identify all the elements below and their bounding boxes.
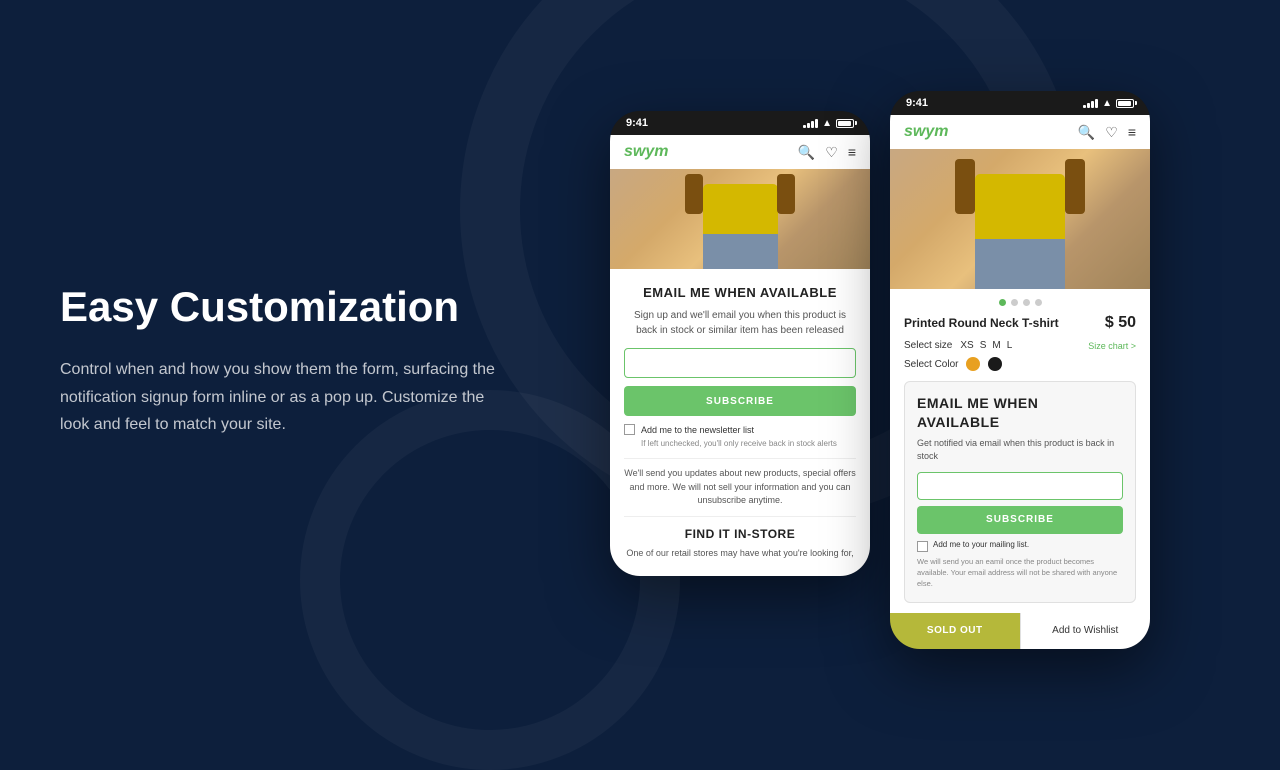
form-panel: EMAIL ME WHEN AVAILABLE Sign up and we'l… (610, 269, 870, 576)
widget-email-input[interactable] (917, 472, 1123, 500)
app-header-right: swym 🔍 ♡ ≡ (890, 115, 1150, 149)
size-row: Select size XS S M L Size chart > (904, 340, 1136, 351)
heart-icon-left[interactable]: ♡ (825, 144, 838, 161)
product-name: Printed Round Neck T-shirt (904, 316, 1059, 330)
form-description: Sign up and we'll email you when this pr… (624, 308, 856, 338)
size-label: Select size (904, 340, 952, 351)
add-to-wishlist-button[interactable]: Add to Wishlist (1020, 613, 1151, 649)
inline-widget: EMAIL ME WHEN AVAILABLE Get notified via… (904, 381, 1136, 602)
product-image-left (610, 169, 870, 269)
color-swatch-black[interactable] (988, 357, 1002, 371)
page-container: Easy Customization Control when and how … (0, 0, 1280, 720)
form-title: EMAIL ME WHEN AVAILABLE (624, 285, 856, 300)
indicator-3 (1023, 299, 1030, 306)
signal-bar-1 (803, 125, 806, 128)
main-title: Easy Customization (60, 282, 500, 332)
newsletter-hint: If left unchecked, you'll only receive b… (624, 439, 856, 448)
widget-mailing-checkbox[interactable] (917, 541, 928, 552)
status-bar-left: 9:41 ▲ (610, 111, 870, 135)
signal-bar-2 (807, 123, 810, 128)
widget-description: Get notified via email when this product… (917, 437, 1123, 464)
phone-right: 9:41 ▲ swym 🔍 ♡ ≡ (890, 91, 1150, 648)
size-options: XS S M L (960, 340, 1012, 351)
wifi-icon-right: ▲ (1102, 98, 1112, 109)
main-description: Control when and how you show them the f… (60, 356, 500, 438)
color-label: Select Color (904, 359, 958, 370)
signal-bar-3 (811, 121, 814, 128)
wifi-icon-left: ▲ (822, 118, 832, 129)
battery-icon-right (1116, 99, 1134, 108)
app-logo-right: swym (904, 123, 948, 141)
app-header-left: swym 🔍 ♡ ≡ (610, 135, 870, 169)
indicator-4 (1035, 299, 1042, 306)
signal-bar-r3 (1091, 101, 1094, 108)
signal-bar-r2 (1087, 103, 1090, 108)
size-xs[interactable]: XS (960, 340, 973, 351)
color-swatch-orange[interactable] (966, 357, 980, 371)
status-bar-right: 9:41 ▲ (890, 91, 1150, 115)
time-right: 9:41 (906, 97, 928, 109)
menu-icon-left[interactable]: ≡ (848, 144, 856, 160)
signal-bar-r4 (1095, 99, 1098, 108)
newsletter-label: Add me to the newsletter list (641, 425, 754, 435)
color-row: Select Color (904, 357, 1136, 371)
product-info: Printed Round Neck T-shirt $ 50 Select s… (890, 289, 1150, 612)
signal-bars-right (1083, 99, 1098, 108)
size-l[interactable]: L (1007, 340, 1013, 351)
product-indicators (904, 299, 1136, 306)
promo-text: We'll send you updates about new product… (624, 458, 856, 517)
signal-bars-left (803, 119, 818, 128)
sold-out-button[interactable]: SOLD OUT (890, 613, 1020, 649)
signal-bar-4 (815, 119, 818, 128)
time-left: 9:41 (626, 117, 648, 129)
status-icons-left: ▲ (803, 118, 854, 129)
action-bar: SOLD OUT Add to Wishlist (890, 613, 1150, 649)
find-store-title: FIND IT IN-STORE (624, 527, 856, 541)
size-s[interactable]: S (980, 340, 987, 351)
widget-title: EMAIL ME WHEN AVAILABLE (917, 394, 1123, 430)
search-icon-left[interactable]: 🔍 (798, 144, 815, 161)
subscribe-button-left[interactable]: SUBSCRIBE (624, 386, 856, 416)
widget-privacy: We will send you an eamil once the produ… (917, 556, 1123, 590)
signal-bar-r1 (1083, 105, 1086, 108)
product-image-right (890, 149, 1150, 289)
product-price: $ 50 (1105, 314, 1136, 332)
newsletter-checkbox[interactable] (624, 424, 635, 435)
status-icons-right: ▲ (1083, 98, 1134, 109)
widget-subscribe-button[interactable]: SUBSCRIBE (917, 506, 1123, 534)
app-logo-left: swym (624, 143, 668, 161)
product-name-row: Printed Round Neck T-shirt $ 50 (904, 314, 1136, 332)
size-m[interactable]: M (992, 340, 1000, 351)
left-section: Easy Customization Control when and how … (60, 282, 540, 438)
find-store-desc: One of our retail stores may have what y… (624, 547, 856, 561)
email-input-left[interactable] (624, 348, 856, 378)
search-icon-right[interactable]: 🔍 (1078, 124, 1095, 141)
indicator-2 (1011, 299, 1018, 306)
widget-mailing-row: Add me to your mailing list. (917, 540, 1123, 552)
newsletter-row: Add me to the newsletter list (624, 424, 856, 435)
heart-icon-right[interactable]: ♡ (1105, 124, 1118, 141)
menu-icon-right[interactable]: ≡ (1128, 124, 1136, 140)
indicator-1 (999, 299, 1006, 306)
size-chart-link[interactable]: Size chart > (1088, 341, 1136, 351)
header-icons-left: 🔍 ♡ ≡ (798, 144, 856, 161)
widget-mailing-label: Add me to your mailing list. (933, 540, 1029, 549)
battery-icon-left (836, 119, 854, 128)
header-icons-right: 🔍 ♡ ≡ (1078, 124, 1136, 141)
phone-left: 9:41 ▲ swym 🔍 ♡ ≡ (610, 111, 870, 576)
phones-container: 9:41 ▲ swym 🔍 ♡ ≡ (540, 71, 1220, 648)
